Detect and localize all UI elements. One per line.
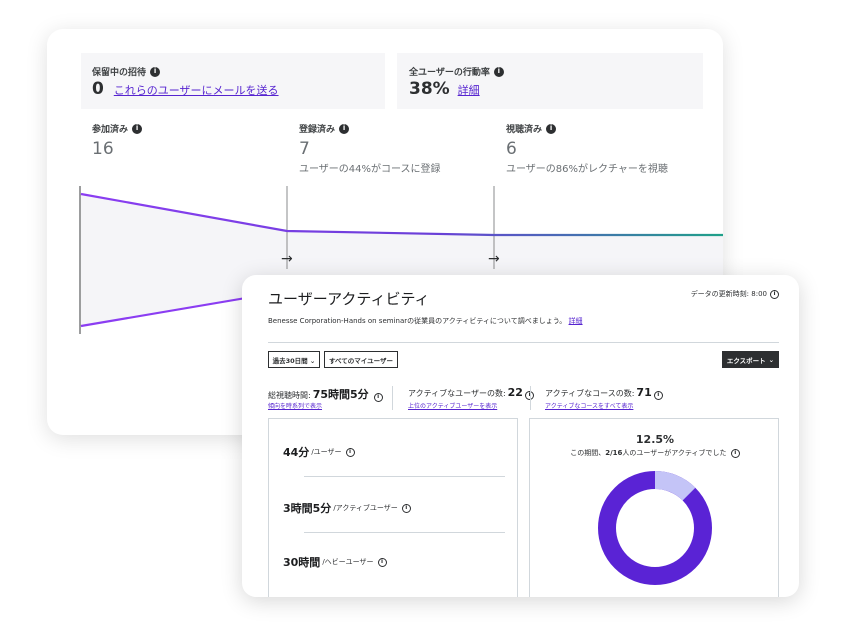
usage-per-active-user-value: 3時間5分 bbox=[283, 502, 332, 515]
usage-per-user-unit: /ユーザー bbox=[311, 448, 342, 456]
caption-suffix: 人のユーザーがアクティブでした bbox=[622, 449, 727, 457]
info-icon[interactable]: i bbox=[345, 447, 355, 457]
metric-active-courses-value: 71 bbox=[636, 386, 652, 399]
arrow-right-icon: → bbox=[281, 251, 293, 267]
watch-time-trend-link[interactable]: 傾向を時系列で表示 bbox=[268, 401, 322, 410]
caption-count: 2/16 bbox=[605, 449, 623, 457]
metric-active-courses-label: アクティブなコースの数: bbox=[545, 389, 635, 398]
description-details-link[interactable]: 詳細 bbox=[569, 317, 583, 325]
usage-panel: 44分 /ユーザー i 3時間5分 /アクティブユーザー i 30時間 /ヘビー… bbox=[268, 418, 518, 597]
usage-per-heavy-user: 30時間 /ヘビーユーザー i bbox=[283, 554, 387, 570]
chevron-down-icon: ⌄ bbox=[768, 355, 775, 364]
info-icon[interactable]: i bbox=[730, 448, 740, 458]
usage-per-active-user: 3時間5分 /アクティブユーザー i bbox=[283, 500, 411, 516]
period-filter-button[interactable]: 過去30日間 ⌄ bbox=[268, 351, 320, 368]
active-users-donut bbox=[598, 471, 712, 585]
metric-watch-time: 総視聴時間: 75時間5分 i bbox=[268, 386, 383, 402]
metric-active-users: アクティブなユーザーの数: 22 i bbox=[408, 386, 534, 400]
usage-per-user-value: 44分 bbox=[283, 446, 310, 459]
usage-per-active-user-unit: /アクティブユーザー bbox=[333, 504, 398, 512]
page-title: ユーザーアクティビティ bbox=[268, 290, 430, 308]
usage-divider bbox=[304, 476, 505, 477]
info-icon[interactable]: i bbox=[377, 557, 387, 567]
info-icon[interactable]: i bbox=[401, 503, 411, 513]
data-updated-text: データの更新時刻: 8:00 bbox=[690, 290, 767, 298]
usage-per-user: 44分 /ユーザー i bbox=[283, 444, 355, 460]
metric-divider bbox=[530, 386, 531, 410]
description-text: Benesse Corporation-Hands on seminarの従業員… bbox=[268, 317, 567, 325]
export-label: エクスポート bbox=[726, 356, 766, 365]
user-activity-card: ユーザーアクティビティ データの更新時刻: 8:00 i Benesse Cor… bbox=[242, 275, 799, 597]
active-users-percent: 12.5% bbox=[635, 433, 675, 446]
active-users-panel: 12.5% この期間、2/16人のユーザーがアクティブでした i bbox=[529, 418, 779, 597]
usage-per-heavy-user-unit: /ヘビーユーザー bbox=[322, 558, 374, 566]
all-active-courses-link[interactable]: アクティブなコースをすべて表示 bbox=[545, 401, 633, 410]
header-divider bbox=[268, 342, 779, 343]
metric-watch-time-value: 75時間5分 bbox=[312, 388, 369, 401]
arrow-right-icon: → bbox=[488, 251, 500, 267]
metric-active-courses: アクティブなコースの数: 71 i bbox=[545, 386, 663, 400]
export-button[interactable]: エクスポート ⌄ bbox=[722, 351, 779, 368]
usage-per-heavy-user-value: 30時間 bbox=[283, 556, 321, 569]
metric-watch-time-label: 総視聴時間: bbox=[268, 391, 311, 400]
metric-active-users-label: アクティブなユーザーの数: bbox=[408, 389, 506, 398]
usage-divider bbox=[304, 532, 505, 533]
metric-active-users-value: 22 bbox=[507, 386, 523, 399]
metric-divider bbox=[392, 386, 393, 410]
description-row: Benesse Corporation-Hands on seminarの従業員… bbox=[268, 316, 583, 326]
top-active-users-link[interactable]: 上位のアクティブユーザーを表示 bbox=[408, 401, 497, 410]
data-updated-row: データの更新時刻: 8:00 i bbox=[691, 289, 779, 299]
caption-prefix: この期間、 bbox=[570, 449, 606, 457]
users-filter-button[interactable]: すべてのマイユーザー bbox=[324, 351, 398, 368]
active-users-caption: この期間、2/16人のユーザーがアクティブでした i bbox=[530, 448, 780, 458]
info-icon[interactable]: i bbox=[653, 390, 663, 400]
info-icon[interactable]: i bbox=[770, 289, 779, 299]
info-icon[interactable]: i bbox=[373, 392, 383, 402]
